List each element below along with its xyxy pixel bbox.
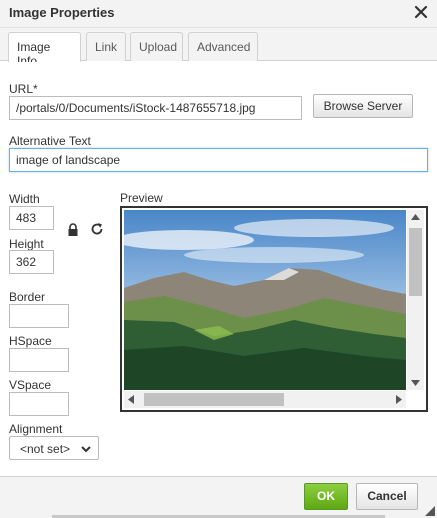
alignment-label: Alignment (9, 422, 63, 436)
url-label: URL* (9, 82, 38, 96)
preview-pane[interactable] (120, 206, 428, 412)
width-label: Width (9, 192, 40, 206)
preview-horizontal-scrollbar[interactable] (124, 391, 406, 408)
lock-icon[interactable] (67, 223, 79, 237)
tab-label: Advanced (197, 40, 251, 54)
preview-vertical-scrollbar[interactable] (407, 210, 424, 390)
vertical-scroll-thumb[interactable] (409, 228, 422, 296)
scroll-right-icon[interactable] (396, 395, 402, 404)
alignment-selected-value: <not set> (20, 442, 71, 456)
tab-upload[interactable]: Upload (130, 32, 183, 61)
preview-label: Preview (120, 191, 163, 205)
cancel-label: Cancel (367, 489, 407, 503)
border-input[interactable] (9, 304, 69, 328)
horizontal-scroll-thumb[interactable] (144, 393, 284, 406)
image-properties-dialog: Image Properties Image Info Link Upload … (0, 0, 437, 518)
scroll-down-icon[interactable] (411, 380, 420, 386)
dialog-title: Image Properties (9, 5, 115, 20)
alt-text-input[interactable] (9, 148, 428, 172)
browse-server-button[interactable]: Browse Server (313, 94, 413, 118)
border-label: Border (9, 290, 46, 304)
vspace-input[interactable] (9, 392, 69, 416)
tab-image-info[interactable]: Image Info (8, 32, 81, 68)
browse-server-label: Browse Server (323, 99, 403, 113)
tab-label: Upload (139, 40, 178, 54)
tab-label: Link (95, 40, 118, 54)
alt-text-label: Alternative Text (9, 134, 91, 148)
reset-size-icon[interactable] (90, 222, 104, 236)
hspace-label: HSpace (9, 334, 52, 348)
alignment-select[interactable]: <not set> (9, 436, 99, 460)
resize-handle-icon[interactable] (425, 506, 435, 516)
height-label: Height (9, 237, 44, 251)
preview-image (124, 210, 406, 390)
width-input[interactable] (9, 206, 54, 230)
ok-label: OK (317, 489, 335, 503)
tab-link[interactable]: Link (86, 32, 126, 61)
dialog-footer: OK Cancel (0, 476, 437, 518)
tab-content-image-info: URL* Browse Server Alternative Text Widt… (0, 62, 437, 476)
dialog-titlebar[interactable]: Image Properties (0, 0, 437, 28)
height-input[interactable] (9, 250, 54, 274)
cancel-button[interactable]: Cancel (356, 483, 418, 510)
tab-advanced[interactable]: Advanced (188, 32, 258, 61)
url-input[interactable] (9, 96, 302, 120)
close-icon[interactable] (413, 4, 429, 20)
vspace-label: VSpace (9, 378, 52, 392)
scroll-up-icon[interactable] (411, 214, 420, 220)
ok-button[interactable]: OK (304, 483, 348, 510)
chevron-down-icon (81, 446, 91, 453)
tab-bar: Image Info Link Upload Advanced (0, 28, 437, 68)
hspace-input[interactable] (9, 348, 69, 372)
scroll-left-icon[interactable] (128, 395, 134, 404)
